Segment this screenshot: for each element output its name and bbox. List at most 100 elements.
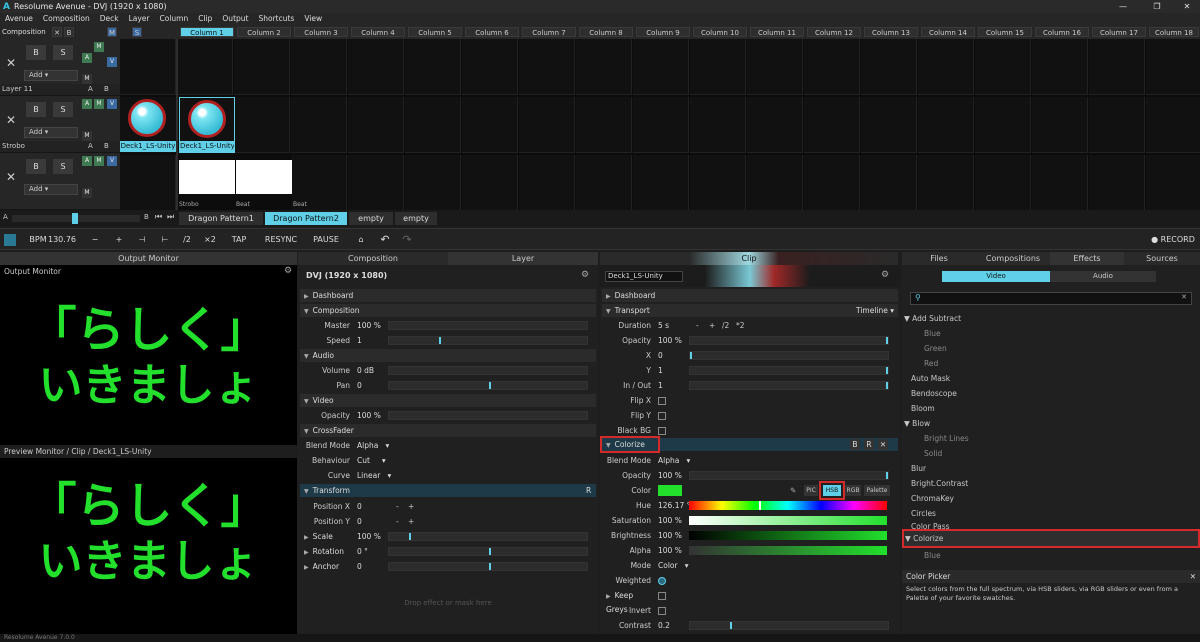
pause-button[interactable]: PAUSE: [310, 233, 342, 247]
curve-dropdown[interactable]: Linear ▾: [357, 468, 391, 483]
clip-slot-empty[interactable]: [1089, 39, 1145, 95]
saturation-value[interactable]: 100 %: [658, 513, 682, 528]
layer-add-dropdown[interactable]: Add ▾: [24, 127, 78, 138]
master-slider[interactable]: [388, 321, 588, 330]
duration-minus[interactable]: -: [696, 318, 699, 333]
close-window-button[interactable]: ✕: [1176, 0, 1198, 13]
menu-clip[interactable]: Clip: [193, 13, 217, 25]
eyedropper-icon[interactable]: ✎: [790, 483, 796, 498]
hue-value[interactable]: 126.17 °: [658, 498, 690, 513]
section-video[interactable]: ▼ Video: [300, 394, 596, 407]
tab-compositions[interactable]: Compositions: [976, 252, 1050, 265]
clip-slot-empty[interactable]: [576, 155, 632, 211]
tab-clip[interactable]: Clip: [600, 252, 898, 265]
section-composition[interactable]: ▼ Composition: [300, 304, 596, 317]
pan-slider[interactable]: [388, 381, 588, 390]
contrast-value[interactable]: 0.2: [658, 618, 670, 633]
speed-handle[interactable]: [439, 337, 441, 344]
layer-a-button[interactable]: A: [82, 53, 92, 63]
timeline-dropdown[interactable]: Timeline ▾: [856, 304, 894, 317]
clip-slot-empty[interactable]: [747, 39, 803, 95]
scale-expander[interactable]: ▶ Scale: [300, 530, 350, 543]
fx-item[interactable]: Blue: [902, 326, 1200, 341]
clip-slot-empty[interactable]: [861, 39, 917, 95]
maximize-button[interactable]: ❐: [1146, 0, 1168, 13]
clip-opacity-value[interactable]: 100 %: [658, 333, 682, 348]
clip-slot-empty[interactable]: [975, 155, 1031, 211]
tab-sources[interactable]: Sources: [1124, 252, 1200, 265]
inout-slider[interactable]: [689, 381, 889, 390]
menu-avenue[interactable]: Avenue: [0, 13, 38, 25]
menu-column[interactable]: Column: [155, 13, 194, 25]
nudge-forward-button[interactable]: ⊢: [156, 233, 174, 247]
clip-slot-empty[interactable]: [348, 97, 404, 153]
crossfader-handle[interactable]: [72, 213, 78, 224]
fx-item[interactable]: Bright.Contrast: [902, 476, 1200, 491]
section-audio[interactable]: ▼ Audio: [300, 349, 596, 362]
rotation-expander[interactable]: ▶ Rotation: [300, 545, 350, 558]
fx-item[interactable]: Blue: [902, 548, 1200, 563]
layer-a-button[interactable]: A: [82, 156, 92, 166]
clip-slot-empty[interactable]: [576, 39, 632, 95]
menu-layer[interactable]: Layer: [124, 13, 155, 25]
clip-slot-empty[interactable]: [918, 155, 974, 211]
clip-slot-empty[interactable]: [690, 39, 746, 95]
pan-handle[interactable]: [489, 382, 491, 389]
column-3-header[interactable]: Column 3: [294, 27, 348, 37]
scale-slider[interactable]: [388, 532, 588, 541]
layer-solo-button[interactable]: S: [53, 102, 73, 117]
clip-x-slider[interactable]: [689, 351, 889, 360]
clip-y-handle[interactable]: [886, 367, 888, 374]
composition-s-button[interactable]: S: [132, 27, 142, 37]
color-mode-pic[interactable]: PIC: [804, 485, 818, 496]
clip-slot-empty[interactable]: [120, 155, 176, 211]
column-9-header[interactable]: Column 9: [636, 27, 690, 37]
fx-item[interactable]: Circles: [902, 506, 1200, 521]
layer-clear-icon[interactable]: ✕: [2, 56, 20, 70]
clip-name-field[interactable]: Deck1_LS-Unity: [605, 271, 683, 282]
inout-handle[interactable]: [886, 382, 888, 389]
volume-slider[interactable]: [388, 366, 588, 375]
behaviour-dropdown[interactable]: Cut ▾: [357, 453, 386, 468]
fx-item[interactable]: Color Pass: [902, 521, 1200, 529]
layer-b-label[interactable]: B: [104, 141, 109, 152]
clip-slot-empty[interactable]: [1146, 39, 1200, 95]
black-bg-checkbox[interactable]: [658, 427, 666, 435]
colorize-opacity-handle[interactable]: [886, 472, 888, 479]
saturation-slider[interactable]: [689, 516, 887, 525]
column-17-header[interactable]: Column 17: [1092, 27, 1146, 37]
color-swatch[interactable]: [658, 485, 682, 496]
clip-x-handle[interactable]: [690, 352, 692, 359]
keep-greys-expander[interactable]: ▶ Keep Greys: [602, 589, 652, 614]
duration-half[interactable]: /2: [722, 318, 729, 333]
colorize-reset-button[interactable]: R: [864, 439, 874, 450]
clip-slot-empty[interactable]: [861, 97, 917, 153]
color-mode-palette[interactable]: Palette: [864, 485, 890, 496]
info-close-button[interactable]: ✕: [1190, 570, 1196, 583]
column-10-header[interactable]: Column 10: [693, 27, 747, 37]
bpm-half-button[interactable]: /2: [178, 233, 196, 247]
fx-item[interactable]: Green: [902, 341, 1200, 356]
clip-slot-empty[interactable]: [804, 155, 860, 211]
fx-group[interactable]: ▼ Blow: [902, 416, 1200, 431]
layer-m-small[interactable]: M: [82, 188, 92, 198]
column-7-header[interactable]: Column 7: [522, 27, 576, 37]
search-clear-icon[interactable]: ✕: [1181, 293, 1187, 301]
fx-group[interactable]: ▼ Add Subtract: [902, 311, 1200, 326]
section-transform[interactable]: ▼ Transform R: [300, 484, 596, 497]
clip-slot-empty[interactable]: [1146, 97, 1200, 153]
speed-value[interactable]: 1: [357, 333, 362, 348]
layer-m-button[interactable]: M: [94, 42, 104, 52]
clip-slot-empty[interactable]: [975, 97, 1031, 153]
tab-effects[interactable]: Effects: [1050, 252, 1124, 265]
colorize-blend-dropdown[interactable]: Alpha ▾: [658, 453, 690, 468]
column-16-header[interactable]: Column 16: [1035, 27, 1089, 37]
clip-slot-empty[interactable]: [519, 97, 575, 153]
duration-value[interactable]: 5 s: [658, 318, 669, 333]
composition-clear-button[interactable]: ✕: [52, 27, 62, 37]
composition-bypass-button[interactable]: B: [64, 27, 74, 37]
filter-video-button[interactable]: Video: [942, 271, 1050, 282]
clip-slot-empty[interactable]: [804, 97, 860, 153]
fx-item[interactable]: Bendoscope: [902, 386, 1200, 401]
deck-tab-dragon-pattern1[interactable]: Dragon Pattern1: [179, 212, 263, 225]
